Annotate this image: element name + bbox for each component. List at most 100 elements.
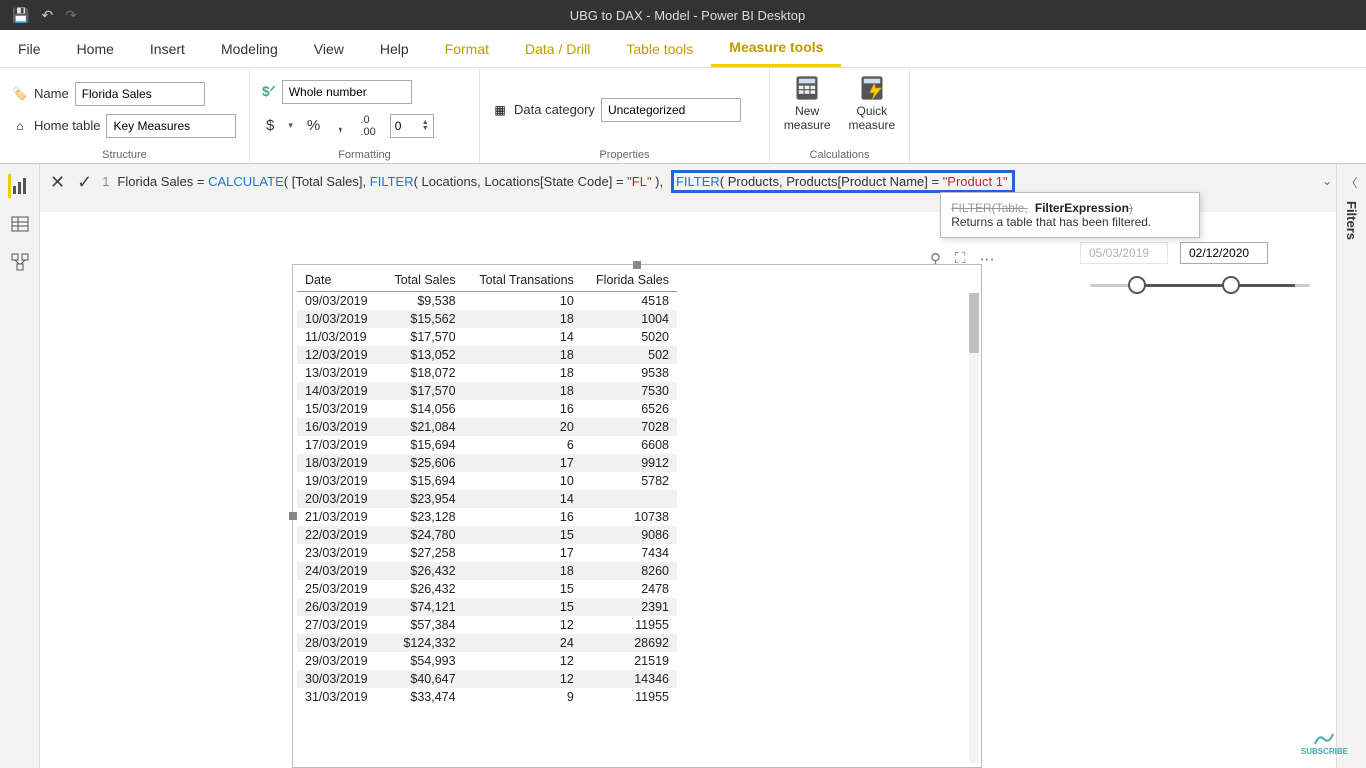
new-measure-label: New measure: [784, 104, 831, 133]
expand-filters-icon[interactable]: 〈: [1345, 174, 1357, 191]
tab-help[interactable]: Help: [362, 30, 427, 67]
table-row[interactable]: 30/03/2019$40,6471214346: [297, 670, 677, 688]
tooltip-signature: FILTER(Table, FilterExpression): [951, 201, 1189, 215]
dax-f1close: ),: [652, 174, 664, 189]
format-icon: $ᐟ: [262, 83, 276, 100]
table-scrollbar[interactable]: [969, 293, 979, 763]
table-row[interactable]: 18/03/2019$25,606179912: [297, 454, 677, 472]
group-label-structure: Structure: [12, 145, 237, 161]
format-select[interactable]: Whole number: [282, 80, 412, 104]
slicer-end-date[interactable]: 02/12/2020: [1180, 242, 1268, 264]
window-title: UBG to DAX - Model - Power BI Desktop: [89, 8, 1286, 23]
tooltip-description: Returns a table that has been filtered.: [951, 215, 1189, 229]
table-row[interactable]: 24/03/2019$26,432188260: [297, 562, 677, 580]
table-row[interactable]: 26/03/2019$74,121152391: [297, 598, 677, 616]
dax-editor[interactable]: 1Florida Sales = CALCULATE( [Total Sales…: [102, 170, 1312, 193]
slider-handle-start[interactable]: [1128, 276, 1146, 294]
tab-tabletools[interactable]: Table tools: [608, 30, 711, 67]
category-icon: ▦: [492, 102, 508, 118]
scrollbar-thumb[interactable]: [969, 293, 979, 353]
table-row[interactable]: 16/03/2019$21,084207028: [297, 418, 677, 436]
undo-icon[interactable]: ↶: [41, 7, 53, 24]
table-row[interactable]: 14/03/2019$17,570187530: [297, 382, 677, 400]
table-row[interactable]: 31/03/2019$33,474911955: [297, 688, 677, 706]
tab-measuretools[interactable]: Measure tools: [711, 30, 841, 67]
tab-insert[interactable]: Insert: [132, 30, 203, 67]
data-view-icon[interactable]: [8, 212, 32, 236]
col-totaltrans[interactable]: Total Transations: [464, 269, 582, 292]
dax-prod1-string: "Product 1": [943, 174, 1008, 189]
view-rail: [0, 164, 40, 768]
tab-view[interactable]: View: [296, 30, 362, 67]
slicer-slider[interactable]: [1080, 276, 1320, 296]
table-row[interactable]: 09/03/2019$9,538104518: [297, 292, 677, 311]
group-label-calculations: Calculations: [782, 145, 897, 161]
tab-home[interactable]: Home: [59, 30, 132, 67]
measure-name-input[interactable]: [75, 82, 205, 106]
table-row[interactable]: 19/03/2019$15,694105782: [297, 472, 677, 490]
col-totalsales[interactable]: Total Sales: [381, 269, 464, 292]
table-row[interactable]: 13/03/2019$18,072189538: [297, 364, 677, 382]
slider-fill: [1135, 284, 1295, 287]
table-row[interactable]: 28/03/2019$124,3322428692: [297, 634, 677, 652]
dax-filter2: FILTER: [676, 174, 720, 189]
intellisense-tooltip: FILTER(Table, FilterExpression) Returns …: [940, 192, 1200, 238]
table-row[interactable]: 29/03/2019$54,9931221519: [297, 652, 677, 670]
table-row[interactable]: 21/03/2019$23,1281610738: [297, 508, 677, 526]
ribbon: 🏷️ Name ⌂ Home table Key Measures Struct…: [0, 68, 1366, 164]
currency-button[interactable]: $: [262, 115, 278, 136]
resize-handle-left[interactable]: [289, 512, 297, 520]
table-row[interactable]: 25/03/2019$26,432152478: [297, 580, 677, 598]
redo-icon[interactable]: ↷: [65, 7, 77, 24]
dax-measure-name: Florida Sales: [117, 174, 193, 189]
group-properties: ▦ Data category Uncategorized Properties: [480, 68, 770, 163]
percent-button[interactable]: %: [303, 115, 324, 136]
decimals-stepper[interactable]: 0 ▲▼: [390, 114, 434, 138]
report-view-icon[interactable]: [8, 174, 32, 198]
table-row[interactable]: 27/03/2019$57,3841211955: [297, 616, 677, 634]
commit-formula-icon[interactable]: ✓: [77, 172, 92, 193]
new-measure-button[interactable]: New measure: [778, 74, 837, 133]
hometable-label: Home table: [34, 118, 100, 133]
report-canvas[interactable]: ⚲ ⛶ ⋯ 05/03/2019 02/12/2020 Date Total S…: [40, 212, 1336, 768]
dax-f1args: ( Locations, Locations[State Code] =: [414, 174, 628, 189]
tab-datadrill[interactable]: Data / Drill: [507, 30, 608, 67]
date-slicer[interactable]: 05/03/2019 02/12/2020: [1080, 242, 1320, 296]
group-label-formatting: Formatting: [262, 145, 467, 161]
table-row[interactable]: 22/03/2019$24,780159086: [297, 526, 677, 544]
quick-measure-button[interactable]: Quick measure: [843, 74, 902, 133]
line-number: 1: [102, 174, 109, 189]
table-row[interactable]: 10/03/2019$15,562181004: [297, 310, 677, 328]
ribbon-tabs: File Home Insert Modeling View Help Form…: [0, 30, 1366, 68]
col-floridasales[interactable]: Florida Sales: [582, 269, 677, 292]
decimal-shift-icon[interactable]: .0.00: [356, 112, 379, 140]
table-row[interactable]: 17/03/2019$15,69466608: [297, 436, 677, 454]
slider-handle-end[interactable]: [1222, 276, 1240, 294]
comma-button[interactable]: ,: [334, 115, 346, 136]
title-bar: 💾 ↶ ↷ UBG to DAX - Model - Power BI Desk…: [0, 0, 1366, 30]
table-visual[interactable]: Date Total Sales Total Transations Flori…: [292, 264, 982, 768]
save-icon[interactable]: 💾: [12, 7, 29, 24]
quick-measure-label: Quick measure: [849, 104, 896, 133]
slicer-start-date[interactable]: 05/03/2019: [1080, 242, 1168, 264]
dax-filter1: FILTER: [370, 174, 414, 189]
formula-bar: ✕ ✓ 1Florida Sales = CALCULATE( [Total S…: [40, 164, 1336, 212]
dax-calculate: CALCULATE: [208, 174, 284, 189]
datacat-select[interactable]: Uncategorized: [601, 98, 741, 122]
group-structure: 🏷️ Name ⌂ Home table Key Measures Struct…: [0, 68, 250, 163]
dax-sep1: ,: [363, 174, 370, 189]
hometable-select[interactable]: Key Measures: [106, 114, 236, 138]
tab-modeling[interactable]: Modeling: [203, 30, 296, 67]
tab-format[interactable]: Format: [427, 30, 507, 67]
model-view-icon[interactable]: [8, 250, 32, 274]
cancel-formula-icon[interactable]: ✕: [50, 172, 65, 193]
table-row[interactable]: 15/03/2019$14,056166526: [297, 400, 677, 418]
table-row[interactable]: 11/03/2019$17,570145020: [297, 328, 677, 346]
table-row[interactable]: 12/03/2019$13,05218502: [297, 346, 677, 364]
expand-formula-icon[interactable]: ⌄: [1322, 170, 1332, 188]
table-row[interactable]: 20/03/2019$23,95414: [297, 490, 677, 508]
col-date[interactable]: Date: [297, 269, 381, 292]
filters-pane-label: Filters: [1344, 201, 1359, 240]
table-row[interactable]: 23/03/2019$27,258177434: [297, 544, 677, 562]
tab-file[interactable]: File: [0, 30, 59, 67]
